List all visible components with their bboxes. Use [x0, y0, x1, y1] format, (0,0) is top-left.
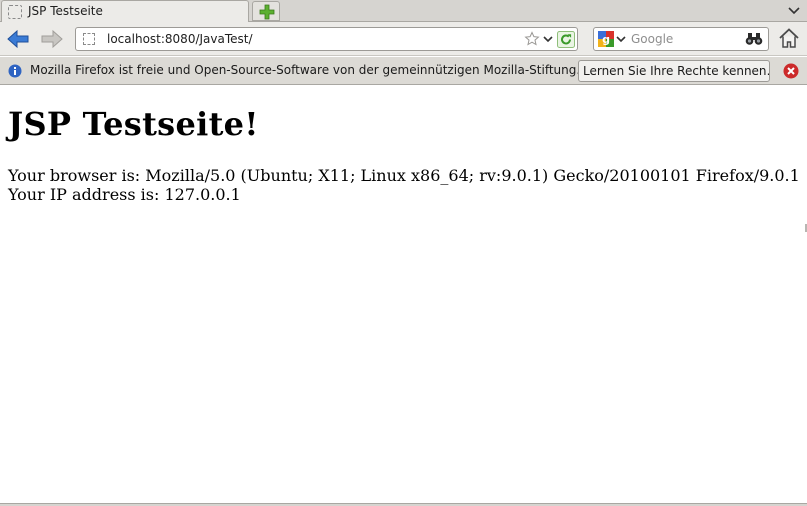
browser-info-text: Your browser is: Mozilla/5.0 (Ubuntu; X1…: [8, 166, 800, 185]
navigation-toolbar: g: [0, 22, 807, 56]
page-title: JSP Testseite!: [8, 105, 259, 143]
svg-text:g: g: [602, 33, 610, 46]
site-identity-icon[interactable]: [83, 33, 95, 45]
chevron-down-icon[interactable]: [542, 32, 554, 46]
url-input[interactable]: [107, 31, 517, 47]
google-icon[interactable]: g: [598, 31, 614, 47]
tab-title: JSP Testseite: [28, 4, 103, 18]
forward-arrow-icon[interactable]: [40, 28, 64, 50]
back-arrow-icon[interactable]: [6, 28, 30, 50]
page-content: JSP Testseite! Your browser is: Mozilla/…: [0, 86, 807, 503]
chevron-down-icon[interactable]: [616, 33, 626, 45]
binoculars-icon[interactable]: [745, 31, 763, 47]
info-icon: [8, 64, 22, 78]
plus-icon: [259, 4, 275, 20]
reload-icon[interactable]: [557, 31, 575, 48]
notification-bar: Mozilla Firefox ist freie und Open-Sourc…: [0, 57, 807, 85]
learn-rights-button[interactable]: Lernen Sie Ihre Rechte kennen…: [578, 60, 770, 82]
ip-address-text: Your IP address is: 127.0.0.1: [8, 185, 241, 204]
search-input[interactable]: [631, 31, 741, 47]
new-tab-button[interactable]: [252, 1, 280, 21]
notification-message: Mozilla Firefox ist freie und Open-Sourc…: [30, 63, 581, 77]
close-icon[interactable]: [783, 63, 799, 79]
bookmark-star-icon[interactable]: [524, 31, 540, 47]
home-icon[interactable]: [778, 27, 800, 49]
tab-jsp-testseite[interactable]: JSP Testseite: [1, 0, 249, 22]
chevron-down-icon[interactable]: [787, 4, 801, 18]
blank-page-icon: [8, 5, 22, 19]
search-bar[interactable]: g: [593, 27, 769, 51]
tab-strip: JSP Testseite: [0, 0, 807, 22]
address-bar[interactable]: [75, 27, 578, 51]
